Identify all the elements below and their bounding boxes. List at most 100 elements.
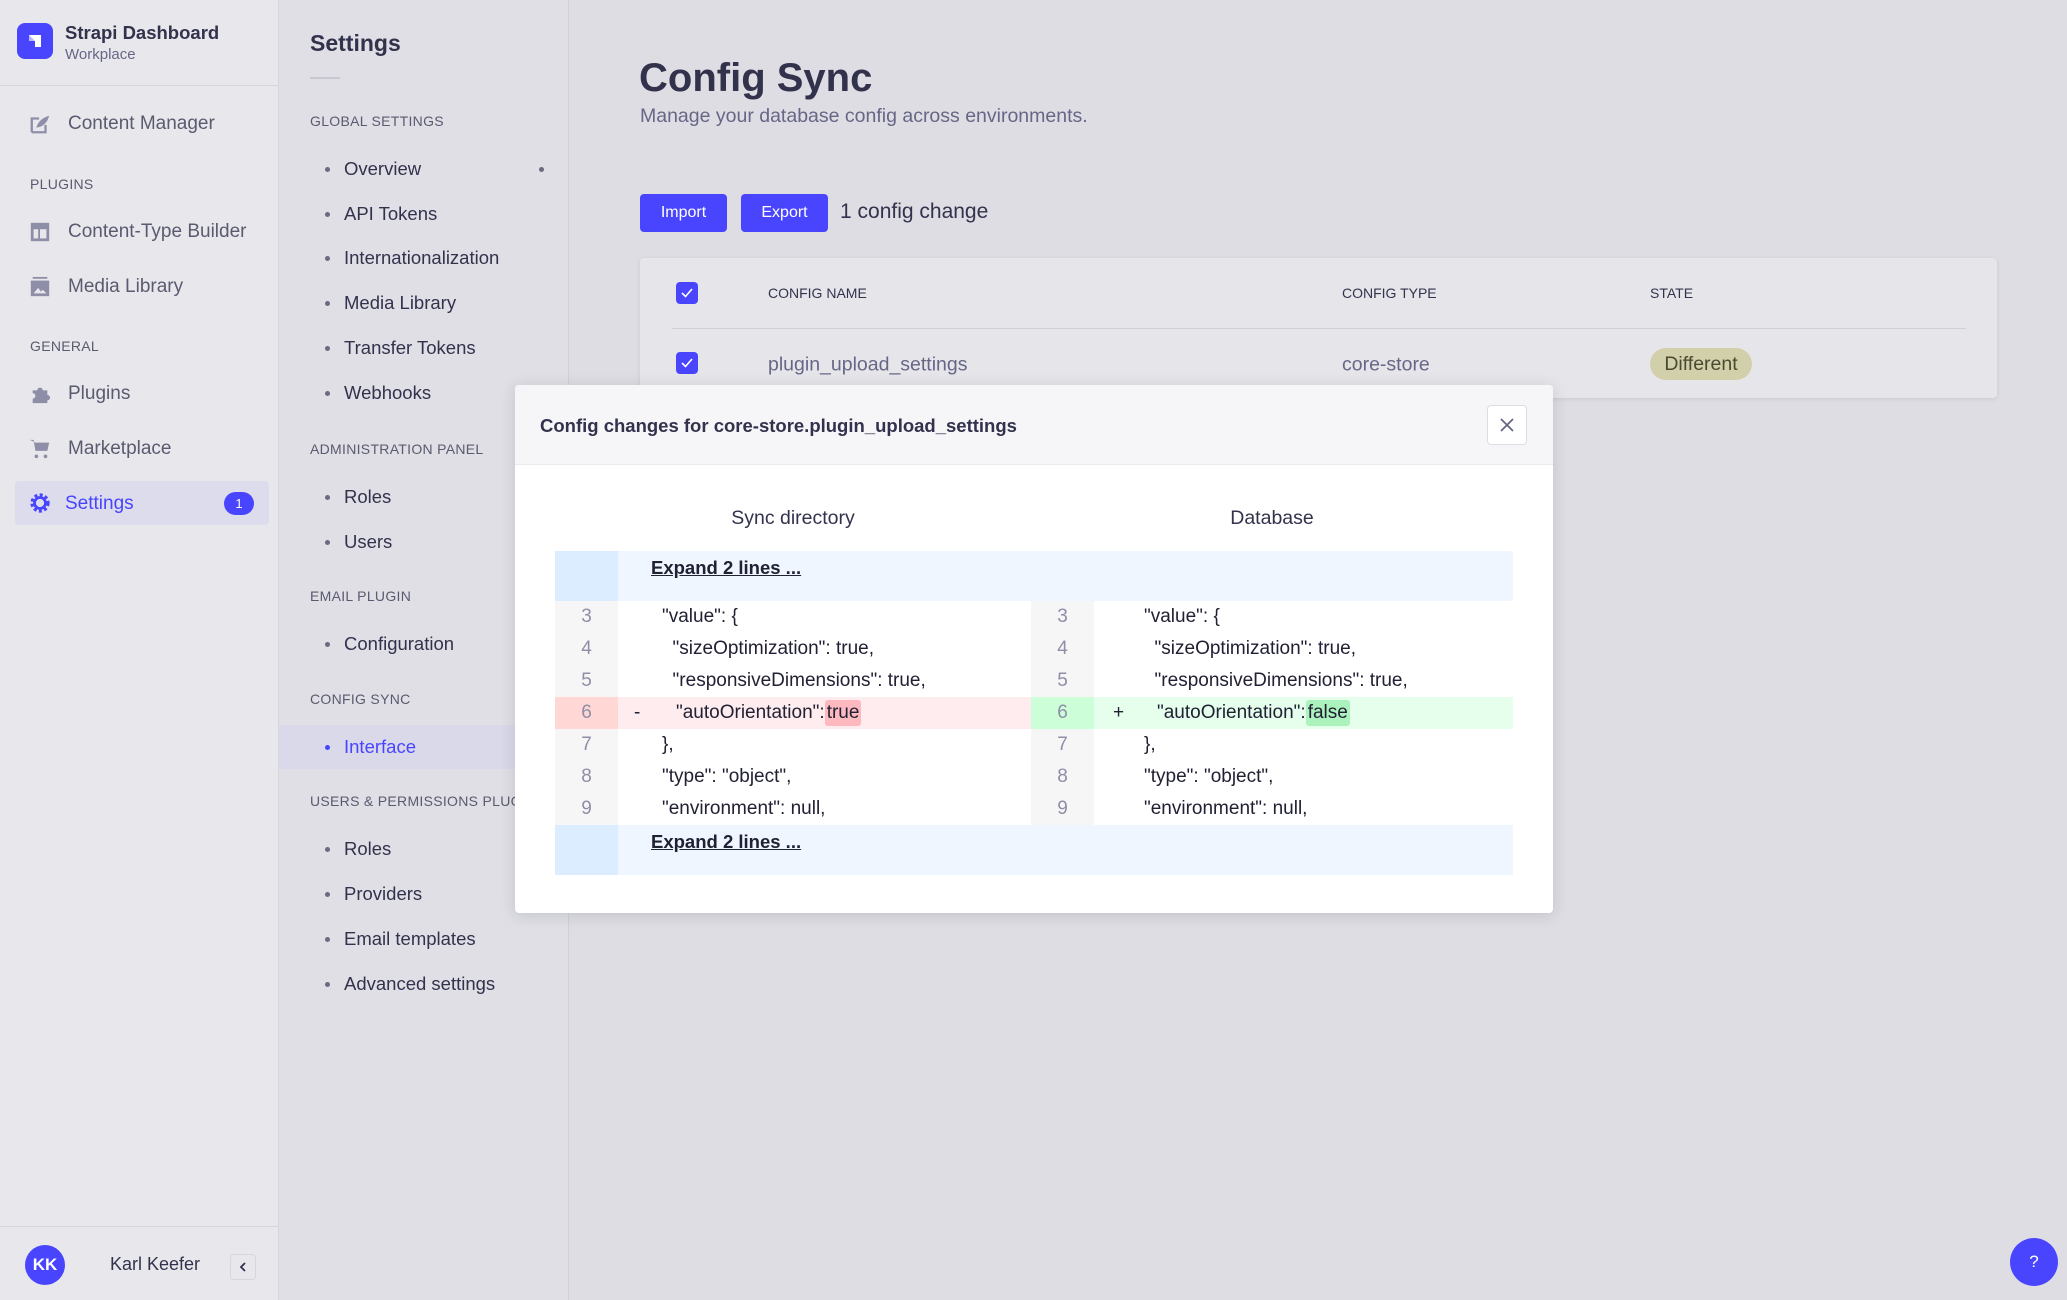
select-all-checkbox[interactable]: [676, 282, 698, 304]
modal-header: Config changes for core-store.plugin_upl…: [515, 385, 1553, 465]
line-number: 5: [1031, 665, 1094, 697]
page-subtitle: Manage your database config across envir…: [640, 105, 1088, 127]
removed-value: true: [824, 700, 862, 726]
settings-section: USERS & PERMISSIONS PLUGIN: [310, 793, 537, 809]
notification-badge: 1: [224, 492, 254, 515]
added-code: "autoOrientation": false: [1157, 697, 1350, 729]
help-button[interactable]: ?: [2010, 1238, 2058, 1286]
settings-item-transfer-tokens[interactable]: Transfer Tokens: [279, 328, 569, 368]
divider: [0, 1226, 279, 1227]
gear-icon: [30, 493, 50, 513]
expand-lines-link[interactable]: Expand 2 lines ...: [651, 557, 801, 579]
right-code-line: "environment": null,: [1144, 798, 1308, 819]
user-name: Karl Keefer: [110, 1254, 201, 1274]
chevron-left-icon: [239, 1262, 246, 1272]
divider: [0, 85, 279, 86]
settings-item-media-library[interactable]: Media Library: [279, 283, 569, 323]
header-config-name[interactable]: CONFIG NAME: [768, 285, 867, 301]
config-diff-modal: Config changes for core-store.plugin_upl…: [515, 385, 1553, 913]
workspace-name: Workplace: [65, 46, 136, 63]
header-state[interactable]: STATE: [1650, 285, 1693, 301]
left-code-line: "responsiveDimensions": true,: [662, 670, 926, 691]
nav-content-manager[interactable]: Content Manager: [29, 113, 215, 135]
section-general: GENERAL: [30, 338, 100, 354]
strapi-logo: [17, 23, 53, 59]
left-code-line: "value": {: [662, 606, 738, 627]
nav-content-type-builder[interactable]: Content-Type Builder: [29, 221, 247, 243]
puzzle-icon: [32, 387, 51, 404]
close-icon: [1500, 418, 1514, 432]
settings-title: Settings: [310, 30, 401, 56]
nav-settings[interactable]: Settings 1: [15, 481, 269, 525]
right-code-line: "type": "object",: [1144, 766, 1274, 787]
left-code-line: "sizeOptimization": true,: [662, 638, 875, 659]
line-number: 8: [555, 761, 618, 793]
close-button[interactable]: [1487, 405, 1527, 445]
line-number: 5: [555, 665, 618, 697]
nav-media-library[interactable]: Media Library: [29, 276, 183, 298]
nav-plugins[interactable]: Plugins: [29, 383, 130, 405]
main-sidebar: Strapi Dashboard Workplace Content Manag…: [0, 0, 279, 1300]
divider: [310, 77, 340, 79]
status-dot: [539, 166, 544, 172]
left-code-line: },: [662, 734, 674, 755]
right-code-line: },: [1144, 734, 1156, 755]
line-number: 9: [1031, 793, 1094, 825]
settings-item-internationalization[interactable]: Internationalization: [279, 238, 569, 278]
bullet: [325, 300, 330, 306]
bullet: [325, 981, 330, 987]
line-number: 6: [1031, 697, 1094, 729]
feather-icon: [30, 115, 50, 134]
nav-marketplace[interactable]: Marketplace: [29, 438, 172, 460]
added-marker: +: [1113, 702, 1125, 723]
added-value: false: [1305, 700, 1350, 726]
right-code-line: "sizeOptimization": true,: [1144, 638, 1357, 659]
line-number: 4: [555, 633, 618, 665]
right-code-line: "responsiveDimensions": true,: [1144, 670, 1408, 691]
line-number: 7: [555, 729, 618, 761]
line-number: 8: [1031, 761, 1094, 793]
settings-item-advanced-settings[interactable]: Advanced settings: [279, 964, 569, 1004]
settings-section: EMAIL PLUGIN: [310, 588, 412, 604]
bullet: [325, 846, 330, 852]
export-button[interactable]: Export: [741, 194, 828, 232]
import-button[interactable]: Import: [640, 194, 727, 232]
bullet: [325, 494, 330, 500]
bullet: [325, 211, 330, 217]
removed-marker: -: [634, 702, 641, 723]
settings-item-email-templates[interactable]: Email templates: [279, 919, 569, 959]
section-plugins: PLUGINS: [30, 176, 94, 192]
layout-icon: [30, 222, 50, 242]
divider: [672, 328, 1966, 329]
bullet: [325, 166, 330, 172]
row-checkbox[interactable]: [676, 352, 698, 374]
config-name: plugin_upload_settings: [768, 353, 968, 376]
modal-title: Config changes for core-store.plugin_upl…: [540, 415, 1017, 436]
header-config-type[interactable]: CONFIG TYPE: [1342, 285, 1437, 301]
bullet: [325, 891, 330, 897]
line-number: 6: [555, 697, 618, 729]
image-icon: [30, 276, 50, 297]
removed-code: "autoOrientation": true: [676, 697, 862, 729]
config-change-count: 1 config change: [840, 200, 989, 223]
line-number: 3: [1031, 601, 1094, 633]
app-title: Strapi Dashboard: [65, 22, 220, 43]
line-number: 9: [555, 793, 618, 825]
avatar[interactable]: KK: [25, 1245, 65, 1285]
right-column-title: Database: [1230, 507, 1314, 529]
collapse-sidebar-button[interactable]: [230, 1254, 256, 1280]
bullet: [325, 744, 330, 750]
settings-item-api-tokens[interactable]: API Tokens: [279, 194, 569, 234]
bullet: [325, 345, 330, 351]
settings-item-overview[interactable]: Overview: [279, 149, 569, 189]
cart-icon: [29, 439, 50, 459]
config-table: CONFIG NAME CONFIG TYPE STATE plugin_upl…: [640, 258, 1997, 398]
config-type: core-store: [1342, 353, 1430, 376]
line-number: 4: [1031, 633, 1094, 665]
bullet: [325, 255, 330, 261]
expand-lines-link[interactable]: Expand 2 lines ...: [651, 831, 801, 853]
line-number: 7: [1031, 729, 1094, 761]
bullet: [325, 641, 330, 647]
bullet: [325, 390, 330, 396]
left-column-title: Sync directory: [731, 507, 855, 529]
